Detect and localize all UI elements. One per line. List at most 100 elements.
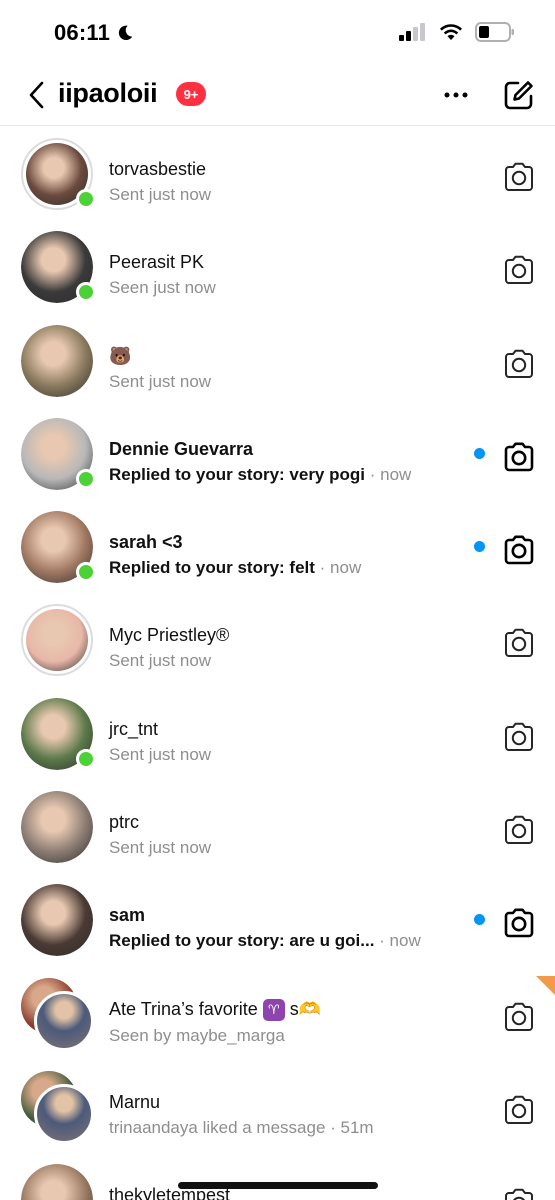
online-indicator (76, 468, 96, 489)
avatar-wrap (20, 603, 94, 677)
thread-preview-text: Sent just now (109, 651, 212, 671)
thread-preview-text: Seen just now (109, 278, 216, 298)
thread-text: ptrc Sent just now (109, 811, 469, 859)
thread-name-text: 🐻 (109, 345, 132, 366)
thread-preview: Replied to your story: felt · now (109, 557, 469, 579)
group-avatar (20, 977, 94, 1051)
avatar (21, 791, 93, 864)
thread-preview-text: Replied to your story: very pogi (109, 464, 365, 484)
aries-icon: ♈ (262, 998, 285, 1021)
thread-preview-text: Seen by maybe_marga (109, 1025, 285, 1045)
unread-indicator (474, 914, 485, 926)
thread-row[interactable]: jrc_tnt Sent just now (0, 686, 555, 779)
thread-row[interactable]: 🐻 Sent just now (0, 313, 555, 406)
avatar (21, 324, 93, 397)
camera-button[interactable] (502, 722, 536, 752)
avatar-wrap (20, 790, 94, 864)
thread-preview: Replied to your story: are u goi... · no… (109, 930, 469, 952)
thread-name: sam (109, 904, 469, 926)
thread-text: Peerasit PK Seen just now (109, 251, 469, 299)
battery-icon (475, 22, 514, 42)
camera-icon (502, 1002, 536, 1036)
thread-row[interactable]: thekyletempest (0, 1152, 555, 1200)
avatar (21, 1164, 93, 1200)
online-indicator (76, 282, 96, 303)
thread-name: Marnu (109, 1091, 469, 1113)
unread-indicator (474, 541, 485, 553)
camera-icon (502, 442, 536, 476)
thread-name: Peerasit PK (109, 251, 469, 273)
avatar-wrap (20, 417, 96, 491)
home-indicator[interactable] (178, 1182, 378, 1189)
thread-row[interactable]: Ate Trina’s favorite ♈ s🫶 Seen by maybe_… (0, 966, 555, 1059)
camera-button[interactable] (502, 442, 536, 472)
thread-text: Dennie Guevarra Replied to your story: v… (109, 438, 469, 486)
thread-preview: Sent just now (109, 837, 469, 859)
inbox-header: iipaoloii 9+ (0, 64, 555, 126)
thread-row[interactable]: ptrc Sent just now (0, 779, 555, 872)
wifi-icon (440, 24, 462, 40)
thread-preview-text: Sent just now (109, 185, 212, 204)
thread-row[interactable]: Myc Priestley® Sent just now (0, 592, 555, 685)
thread-name-text: Peerasit PK (109, 252, 205, 273)
status-bar: 06:11 (0, 0, 555, 64)
status-icons (399, 22, 515, 42)
thread-text: sarah <3 Replied to your story: felt · n… (109, 531, 469, 579)
camera-button[interactable] (502, 628, 536, 658)
camera-icon (502, 815, 536, 849)
thread-row[interactable]: Peerasit PK Seen just now (0, 219, 555, 312)
chevron-left-icon (29, 81, 44, 109)
thread-preview: Seen by maybe_marga (109, 1025, 469, 1047)
avatar-wrap (20, 1163, 94, 1200)
camera-button[interactable] (502, 535, 536, 565)
thread-row[interactable]: Marnu trinaandaya liked a message · 51m (0, 1059, 555, 1152)
thread-row[interactable]: Dennie Guevarra Replied to your story: v… (0, 406, 555, 499)
thread-preview-text: trinaandaya liked a message · 51m (109, 1117, 374, 1137)
compose-icon (504, 81, 533, 110)
thread-row[interactable]: torvasbestie Sent just now (0, 126, 555, 219)
online-indicator (76, 748, 96, 769)
account-switcher[interactable]: iipaoloii (58, 78, 158, 109)
avatar (34, 1083, 94, 1144)
thread-row[interactable]: sam Replied to your story: are u goi... … (0, 872, 555, 965)
thread-name-text: Ate Trina’s favorite (109, 998, 258, 1019)
thread-text: Myc Priestley® Sent just now (109, 624, 469, 672)
camera-icon (502, 722, 536, 756)
online-indicator (76, 189, 96, 209)
camera-icon (502, 1095, 536, 1129)
back-button[interactable] (22, 78, 52, 112)
thread-name-text: Myc Priestley® (109, 625, 230, 646)
thread-name: torvasbestie (109, 158, 469, 180)
unread-indicator (474, 447, 485, 459)
thread-name: Dennie Guevarra (109, 438, 469, 460)
signal-icon (399, 23, 425, 41)
thread-name-text: torvasbestie (109, 159, 207, 179)
thread-time: · now (369, 464, 412, 484)
new-message-button[interactable] (500, 76, 538, 114)
thread-preview: Sent just now (109, 744, 469, 766)
thread-preview-text: Sent just now (109, 744, 212, 764)
corner-marker (536, 976, 555, 995)
camera-button[interactable] (502, 255, 536, 285)
thread-time: · now (379, 931, 421, 951)
thread-row[interactable]: sarah <3 Replied to your story: felt · n… (0, 499, 555, 592)
thread-preview: Seen just now (109, 277, 469, 299)
camera-button[interactable] (502, 162, 536, 192)
more-options-button[interactable] (440, 80, 472, 110)
camera-icon (502, 349, 536, 383)
camera-button[interactable] (502, 815, 536, 845)
camera-icon (502, 629, 536, 662)
thread-preview: Sent just now (109, 184, 469, 206)
camera-button[interactable] (502, 349, 536, 379)
camera-button[interactable] (502, 908, 536, 938)
avatar-wrap (20, 697, 96, 771)
thread-preview-text: Replied to your story: are u goi... (109, 931, 375, 951)
thread-preview: Sent just now (109, 371, 469, 393)
thread-name-text: sarah <3 (109, 532, 183, 553)
camera-button[interactable] (502, 1188, 536, 1200)
camera-button[interactable] (502, 1002, 536, 1032)
camera-button[interactable] (502, 1095, 536, 1125)
avatar (21, 884, 93, 957)
camera-icon (502, 535, 536, 569)
thread-name-suffix: s🫶 (289, 998, 322, 1019)
